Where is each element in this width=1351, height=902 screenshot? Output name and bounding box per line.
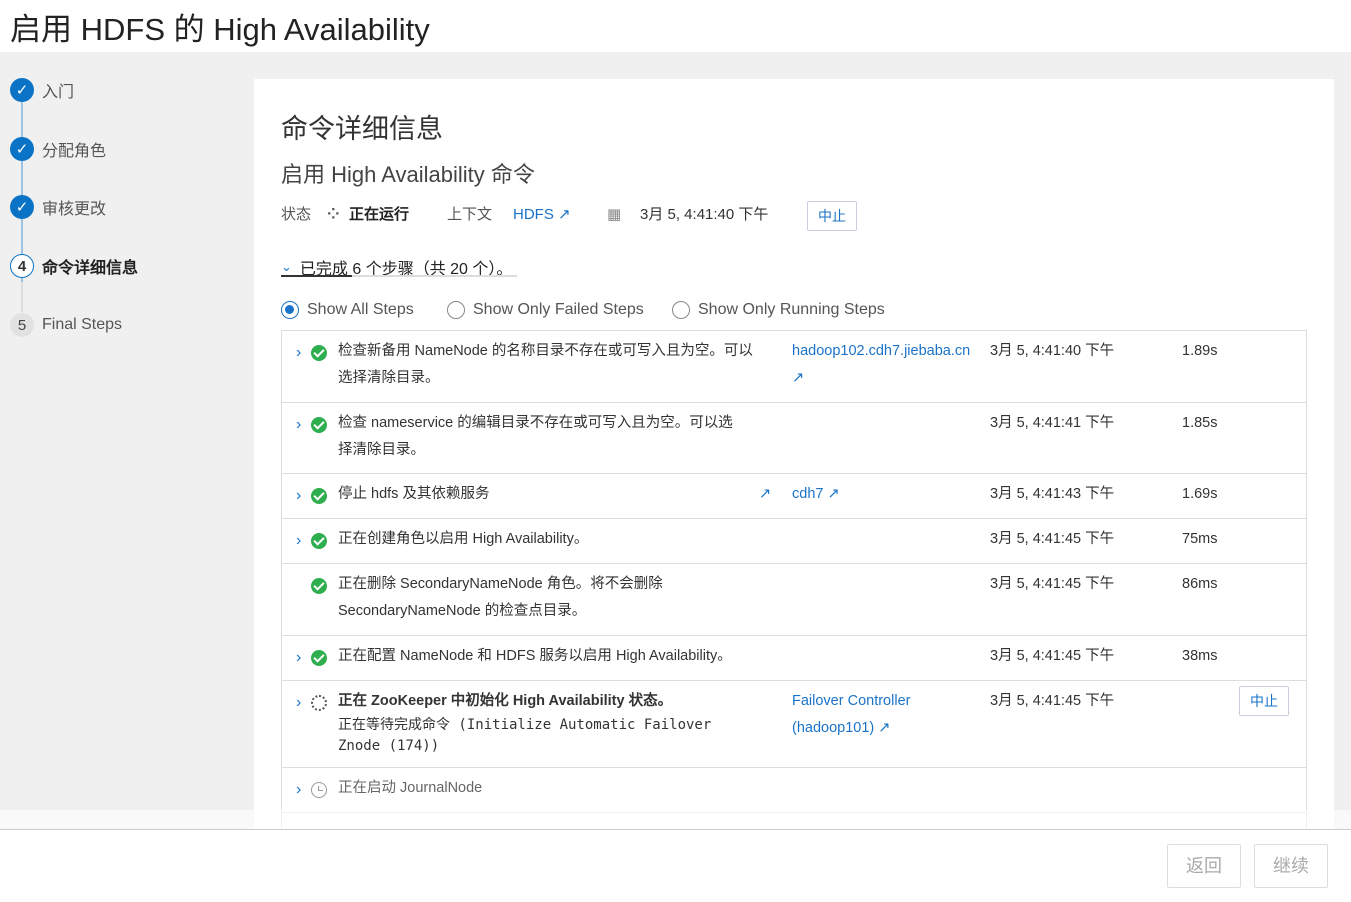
table-row[interactable]: › 检查 nameservice 的编辑目录不存在或可写入且为空。可以选择清除目…	[282, 403, 1306, 474]
radio-icon	[672, 301, 690, 319]
host-link[interactable]: hadoop102.cdh7.jiebaba.cn ↗	[792, 338, 982, 392]
chevron-right-icon[interactable]: ›	[296, 486, 301, 506]
table-row[interactable]: › 停止 hdfs 及其依赖服务 ↗ cdh7 ↗ 3月 5, 4:41:43 …	[282, 474, 1306, 519]
step-sub-status: 正在等待完成命令 (Initialize Automatic Failover …	[338, 717, 720, 754]
wizard-footer: 返回 继续	[0, 829, 1351, 902]
wizard-step-review[interactable]: ✓ 审核更改	[10, 193, 106, 221]
success-icon	[311, 417, 327, 433]
command-title: 命令详细信息	[281, 114, 443, 144]
check-icon: ✓	[10, 195, 34, 219]
table-row[interactable]: › 正在 ZooKeeper 中初始化 High Availability 状态…	[282, 681, 1306, 768]
wizard-nav: ✓ 入门 ✓ 分配角色 ✓ 审核更改 4 命令详细信息 5 Final Step…	[0, 52, 254, 830]
continue-button[interactable]: 继续	[1254, 844, 1328, 888]
page-header: 启用 HDFS 的 High Availability	[0, 0, 1351, 52]
wizard-step-label: 入门	[42, 84, 75, 101]
external-link-icon: ↗	[558, 206, 571, 223]
page-title: 启用 HDFS 的 High Availability	[10, 12, 430, 47]
chevron-right-icon[interactable]: ›	[296, 648, 301, 668]
calendar-icon: ▦	[607, 206, 622, 223]
table-row[interactable]: › 检查新备用 NameNode 的名称目录不存在或可写入且为空。可以选择清除目…	[282, 331, 1306, 403]
steps-table: › 检查新备用 NameNode 的名称目录不存在或可写入且为空。可以选择清除目…	[281, 330, 1307, 830]
command-subtitle: 启用 High Availability 命令	[281, 162, 535, 187]
check-icon: ✓	[10, 78, 34, 102]
table-row[interactable]: › 正在配置 NameNode 和 HDFS 服务以启用 High Availa…	[282, 636, 1306, 681]
wizard-step-label: 分配角色	[42, 143, 107, 160]
chevron-right-icon[interactable]: ›	[296, 415, 301, 435]
progress-bar	[281, 275, 517, 277]
step-number: 4	[10, 254, 34, 278]
filter-running-steps[interactable]: Show Only Running Steps	[672, 301, 885, 319]
chevron-down-icon: ⌄	[281, 259, 292, 274]
success-icon	[311, 650, 327, 666]
status-label: 状态	[281, 206, 312, 223]
scroll-fade	[0, 810, 1351, 830]
context-label: 上下文	[447, 206, 493, 223]
success-icon	[311, 345, 327, 361]
external-link-icon: ↗	[792, 370, 805, 386]
table-row[interactable]: 正在删除 SecondaryNameNode 角色。将不会删除 Secondar…	[282, 564, 1306, 636]
wizard-step-final[interactable]: 5 Final Steps	[10, 311, 122, 339]
cluster-link[interactable]: cdh7 ↗	[792, 481, 982, 508]
chevron-right-icon[interactable]: ›	[296, 343, 301, 363]
success-icon	[311, 533, 327, 549]
filter-failed-steps[interactable]: Show Only Failed Steps	[447, 301, 644, 319]
external-link-icon: ↗	[827, 486, 840, 502]
external-link-icon[interactable]: ↗	[759, 481, 771, 508]
filter-all-steps[interactable]: Show All Steps	[281, 301, 414, 319]
table-row[interactable]: › 正在启动 JournalNode	[282, 768, 1306, 813]
role-link[interactable]: Failover Controller (hadoop101) ↗	[792, 688, 922, 742]
check-icon: ✓	[10, 137, 34, 161]
wizard-step-intro[interactable]: ✓ 入门	[10, 76, 74, 104]
step-number: 5	[10, 313, 34, 337]
external-link-icon: ↗	[878, 720, 891, 736]
radio-icon	[281, 301, 299, 319]
wizard-step-label: 审核更改	[42, 201, 107, 218]
status-value: 正在运行	[349, 206, 410, 223]
success-icon	[311, 488, 327, 504]
command-timestamp: 3月 5, 4:41:40 下午	[640, 206, 769, 223]
table-row[interactable]: › 正在创建角色以启用 High Availability。 3月 5, 4:4…	[282, 519, 1306, 564]
chevron-right-icon[interactable]: ›	[296, 780, 301, 800]
abort-step-button[interactable]: 中止	[1239, 686, 1289, 716]
spinner-icon: ⁘	[327, 206, 341, 223]
wizard-pending-line	[21, 282, 23, 312]
command-details-panel: 命令详细信息 启用 High Availability 命令 状态 ⁘ 正在运行…	[254, 79, 1334, 830]
chevron-right-icon[interactable]: ›	[296, 531, 301, 551]
success-icon	[311, 578, 327, 594]
progress-fill	[281, 275, 352, 277]
wizard-step-label: Final Steps	[42, 316, 123, 333]
wizard-step-assign-roles[interactable]: ✓ 分配角色	[10, 135, 106, 163]
radio-icon	[447, 301, 465, 319]
wizard-step-label: 命令详细信息	[42, 260, 139, 277]
clock-icon	[311, 782, 327, 798]
spinner-icon	[311, 695, 327, 711]
context-link[interactable]: HDFS ↗	[513, 203, 571, 227]
back-button[interactable]: 返回	[1167, 844, 1241, 888]
abort-button[interactable]: 中止	[807, 201, 857, 231]
wizard-step-command-details[interactable]: 4 命令详细信息	[10, 252, 138, 280]
chevron-right-icon[interactable]: ›	[296, 693, 301, 713]
